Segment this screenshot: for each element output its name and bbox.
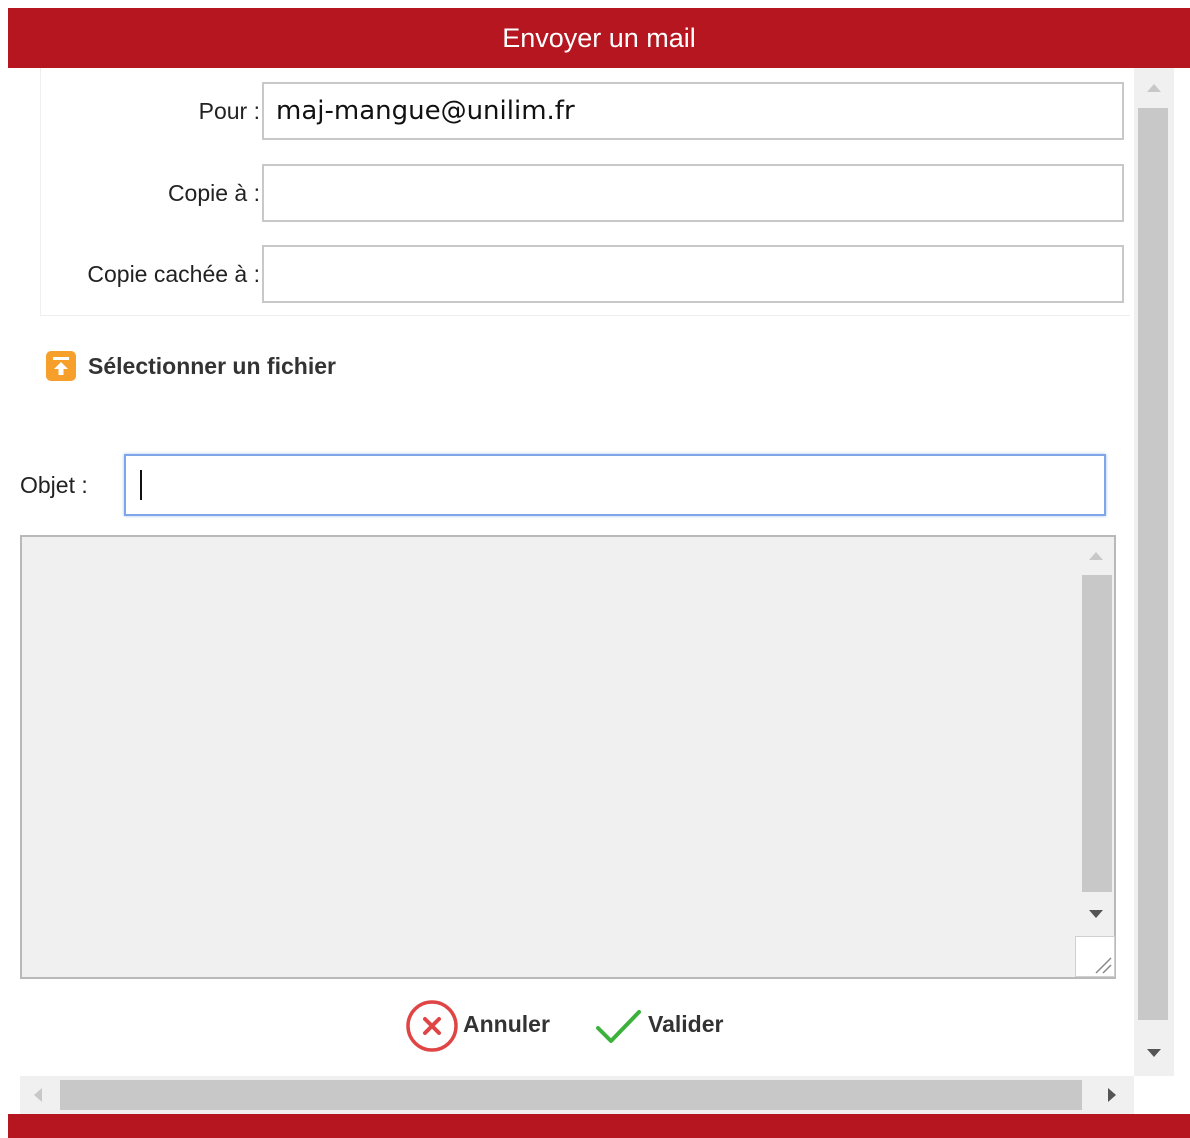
to-field[interactable]: maj-mangue@unilim.fr [262, 82, 1124, 140]
cancel-label: Annuler [463, 1010, 550, 1037]
scroll-down-icon[interactable] [1147, 1049, 1161, 1057]
validate-button[interactable]: Valider [594, 1000, 723, 1056]
scroll-up-icon[interactable] [1147, 84, 1161, 92]
bcc-field[interactable] [262, 245, 1124, 303]
cc-field[interactable] [262, 164, 1124, 222]
dialog-footer-bar [8, 1114, 1190, 1138]
validate-label: Valider [648, 1010, 724, 1037]
upload-file-icon [46, 351, 76, 381]
dialog-title-bar: Envoyer un mail [8, 8, 1190, 68]
scroll-right-icon[interactable] [1108, 1088, 1116, 1102]
dialog-title: Envoyer un mail [502, 22, 696, 53]
to-label: Pour : [198, 98, 260, 124]
to-value: maj-mangue@unilim.fr [276, 96, 575, 126]
cancel-circle-icon [405, 999, 459, 1058]
resize-grip-icon[interactable] [1075, 936, 1115, 977]
select-file-button[interactable]: Sélectionner un fichier [46, 350, 336, 382]
message-scrollbar-thumb[interactable] [1082, 575, 1112, 892]
message-scroll-down-icon[interactable] [1089, 910, 1103, 918]
subject-label: Objet : [20, 472, 88, 498]
message-body-textarea[interactable] [20, 535, 1116, 979]
bcc-label: Copie cachée à : [87, 261, 260, 287]
text-cursor [140, 470, 142, 500]
cancel-button[interactable]: Annuler [405, 999, 550, 1058]
message-scroll-up-icon[interactable] [1089, 552, 1103, 560]
dialog-horizontal-scrollbar-thumb[interactable] [60, 1080, 1082, 1110]
subject-input[interactable] [124, 454, 1106, 516]
scroll-left-icon[interactable] [34, 1088, 42, 1102]
dialog-vertical-scrollbar-thumb[interactable] [1138, 108, 1168, 1020]
select-file-label: Sélectionner un fichier [88, 352, 336, 379]
cc-label: Copie à : [167, 180, 260, 206]
checkmark-icon [594, 1006, 642, 1051]
